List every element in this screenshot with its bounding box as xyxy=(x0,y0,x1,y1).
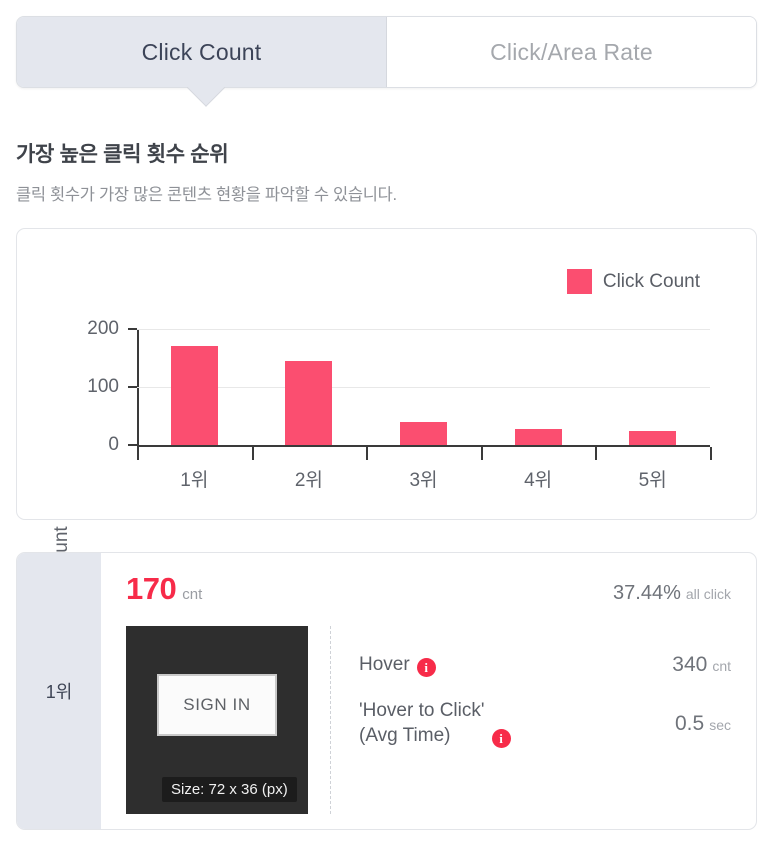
click-count-unit: cnt xyxy=(182,586,203,603)
tab-bar: Click Count Click/Area Rate xyxy=(16,16,757,88)
bar-chart: Click Count Count 0100200 1위2위3위4위5위 xyxy=(17,229,756,577)
y-tick-mark xyxy=(128,386,137,388)
x-tick-mark xyxy=(480,447,483,460)
active-tab-pointer-icon xyxy=(187,87,225,107)
rank-badge: 1위 xyxy=(17,553,101,829)
thumbnail-size-caption: Size: 72 x 36 (px) xyxy=(162,777,297,802)
y-tick-label: 0 xyxy=(108,434,119,455)
tab-click-area-rate-label: Click/Area Rate xyxy=(490,38,653,65)
metrics-list: Hover i 340 cnt 'Hover to Click' (Avg Time) i 0… xyxy=(359,653,731,770)
bar-cell xyxy=(481,329,596,445)
info-icon[interactable]: i xyxy=(491,728,511,748)
x-tick-mark xyxy=(595,447,598,460)
rank-detail-card: 1위 170 cnt 37.44% all click SIGN IN Size: … xyxy=(16,552,757,830)
x-tick-mark xyxy=(251,447,254,460)
bar[interactable] xyxy=(170,346,218,445)
metric-row: Hover i 340 cnt xyxy=(359,653,731,678)
tab-list: Click Count Click/Area Rate xyxy=(16,16,757,88)
tab-click-count-label: Click Count xyxy=(141,38,262,65)
x-tick-label: 3위 xyxy=(409,470,438,491)
x-tick-mark xyxy=(137,447,139,460)
metric-label-text: 'Hover to Click' (Avg Time) xyxy=(359,700,485,746)
x-tick-label: 5위 xyxy=(638,470,667,491)
x-tick-mark xyxy=(710,447,712,460)
click-percent-unit: all click xyxy=(685,586,731,602)
y-tick-mark xyxy=(128,328,137,330)
metric-value: 340 cnt xyxy=(672,653,731,677)
metric-value: 0.5 sec xyxy=(675,712,731,736)
legend-swatch-click-count xyxy=(566,269,592,294)
x-tick-label: 4위 xyxy=(524,470,553,491)
element-thumbnail[interactable]: SIGN IN Size: 72 x 36 (px) xyxy=(126,626,308,814)
x-tick-label: 2위 xyxy=(294,470,323,491)
bar[interactable] xyxy=(629,431,677,445)
metric-label-text: Hover xyxy=(359,654,410,675)
metric-value-number: 340 xyxy=(672,653,708,677)
bar-cell xyxy=(366,329,481,445)
x-tick-mark xyxy=(366,447,369,460)
thumbnail-sign-in-button: SIGN IN xyxy=(157,674,277,736)
metric-value-number: 0.5 xyxy=(675,711,705,735)
click-count-value: 170 xyxy=(126,571,177,606)
info-icon[interactable]: i xyxy=(416,658,436,678)
bar-cell xyxy=(595,329,710,445)
click-count-summary: 170 cnt xyxy=(126,571,202,607)
click-percent-summary: 37.44% all click xyxy=(613,582,731,605)
bar[interactable] xyxy=(285,360,333,445)
bar[interactable] xyxy=(514,428,562,445)
thumbnail-sign-in-label: SIGN IN xyxy=(183,695,251,714)
x-tick-label: 1위 xyxy=(180,470,209,491)
metric-row: 'Hover to Click' (Avg Time) i 0.5 sec xyxy=(359,699,731,748)
rank-badge-label: 1위 xyxy=(45,682,73,702)
vertical-divider xyxy=(330,626,331,814)
click-percent-value: 37.44% xyxy=(613,582,681,604)
chart-card: Click Count Count 0100200 1위2위3위4위5위 xyxy=(16,228,757,577)
bar-series-click-count xyxy=(137,329,710,445)
tab-click-count[interactable]: Click Count xyxy=(17,17,387,87)
bar-cell xyxy=(137,329,252,445)
page-subtitle: 클릭 횟수가 가장 많은 콘텐츠 현황을 파악할 수 있습니다. xyxy=(16,186,397,204)
metric-value-unit: sec xyxy=(709,716,731,733)
metric-label: Hover i xyxy=(359,653,436,678)
legend-label-click-count: Click Count xyxy=(602,270,700,292)
rank-card-body: 170 cnt 37.44% all click SIGN IN Size: 72 … xyxy=(101,553,756,829)
y-tick-label: 200 xyxy=(87,318,119,339)
plot-area: 0 100 200 1위 2위 3위 4위 5위 xyxy=(87,318,712,491)
bar-cell xyxy=(252,329,367,445)
y-tick-label: 100 xyxy=(87,376,119,397)
y-tick-mark xyxy=(128,444,137,446)
page-title: 가장 높은 클릭 횟수 순위 xyxy=(16,143,229,166)
metric-value-unit: cnt xyxy=(712,658,731,675)
x-axis-line xyxy=(137,445,710,447)
bar[interactable] xyxy=(399,421,447,445)
metric-label: 'Hover to Click' (Avg Time) i xyxy=(359,699,511,748)
chart-legend: Click Count xyxy=(566,269,700,294)
rank-summary-row: 170 cnt 37.44% all click xyxy=(126,571,731,609)
tab-click-area-rate[interactable]: Click/Area Rate xyxy=(387,17,756,87)
